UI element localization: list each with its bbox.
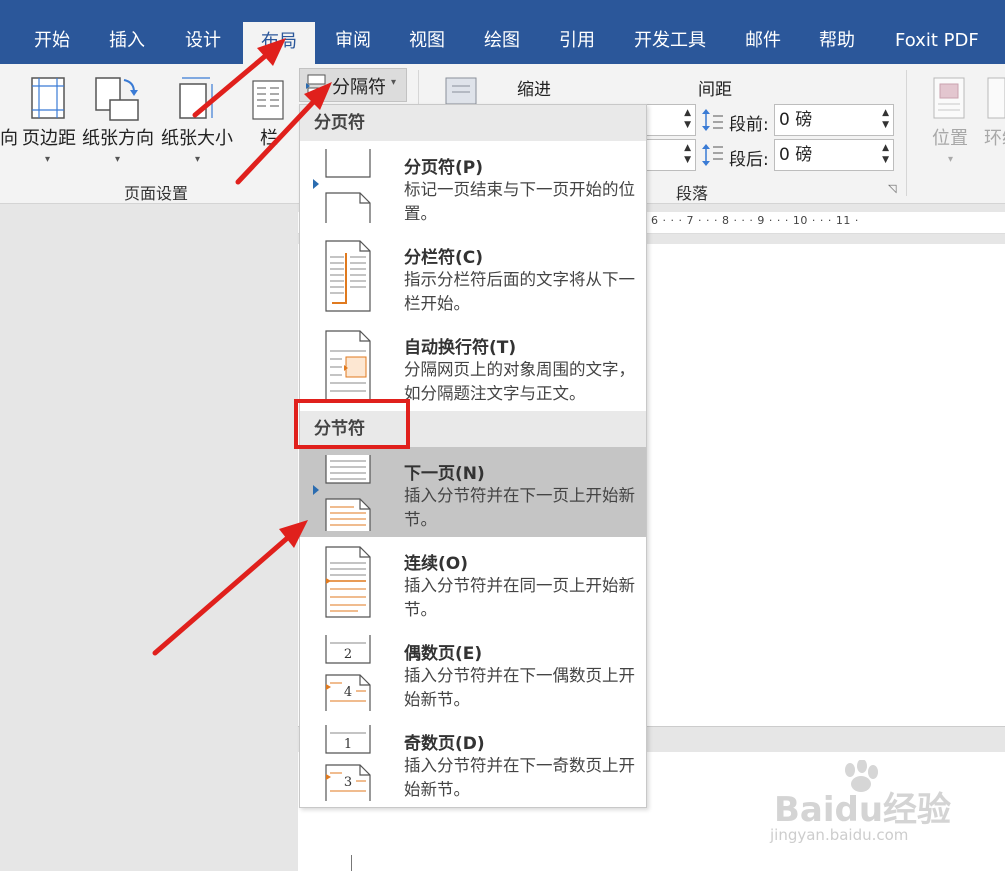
indent-left-stepper[interactable]: ▲ ▼ (646, 104, 696, 136)
annotation-highlight-box (294, 399, 410, 449)
tab-layout[interactable]: 布局 (243, 22, 315, 64)
paragraph-dialog-launcher-icon[interactable]: ◹ (888, 182, 896, 195)
watermark-text: Baidu经验 (774, 790, 952, 830)
tab-home[interactable]: 开始 (26, 18, 78, 64)
paragraph-group-label: 段落 (676, 184, 709, 203)
page-breaks-header: 分页符 (300, 105, 646, 141)
menu-item-continuous[interactable]: 连续(O) 插入分节符并在同一页上开始新节。 (300, 537, 646, 627)
menu-item-description: 插入分节符并在下一偶数页上开始新节。 (404, 666, 635, 709)
menu-item-description: 分隔网页上的对象周围的文字，如分隔题注文字与正文。 (404, 360, 635, 403)
chevron-down-icon: ▾ (45, 154, 51, 165)
breaks-dropdown-menu: 分页符 分页符(P) 标记一页结束与下一页开始的位置。 分栏符(C) 指示分栏符… (299, 104, 647, 808)
menu-item-title: 自动换行符(T) (404, 338, 517, 358)
even-page-icon: 2 4 (325, 635, 371, 711)
text-direction-button[interactable]: 向 (0, 124, 18, 150)
chevron-down-icon: ▾ (391, 77, 397, 88)
even-icon-number-top: 2 (344, 647, 352, 662)
menu-item-description: 插入分节符并在下一页上开始新节。 (404, 486, 635, 529)
spacing-after-value: 0 磅 (779, 145, 813, 165)
selection-pointer-icon (313, 179, 319, 189)
indent-right-stepper[interactable]: ▲ ▼ (646, 139, 696, 171)
tab-help[interactable]: 帮助 (811, 18, 863, 64)
tab-review[interactable]: 审阅 (327, 18, 379, 64)
ribbon-tab-bar: 开始 插入 设计 布局 审阅 视图 绘图 引用 开发工具 邮件 帮助 Foxit… (0, 18, 1005, 64)
margins-icon (31, 77, 65, 119)
group-divider (906, 70, 907, 196)
continuous-icon (325, 546, 371, 618)
tab-mailings[interactable]: 邮件 (737, 18, 789, 64)
menu-item-description: 插入分节符并在下一奇数页上开始新节。 (404, 756, 635, 799)
spacing-before-value: 0 磅 (779, 110, 813, 130)
spacing-after-label: 段后: (729, 150, 769, 170)
margins-button[interactable]: 页边距 (22, 124, 76, 150)
page-break-icon (325, 149, 371, 223)
column-break-icon (325, 240, 371, 312)
spacing-before-label: 段前: (729, 115, 769, 135)
orientation-icon (95, 77, 139, 121)
menu-item-title: 偶数页(E) (404, 644, 483, 664)
menu-item-title: 连续(O) (404, 554, 468, 574)
menu-item-title: 分栏符(C) (404, 248, 484, 268)
spacing-label: 间距 (698, 80, 732, 100)
spacing-after-field[interactable]: 0 磅 ▲ ▼ (774, 139, 894, 171)
menu-item-even-page[interactable]: 2 4 偶数页(E) 插入分节符并在下一偶数页上开始新节。 (300, 627, 646, 717)
menu-item-odd-page[interactable]: 1 3 奇数页(D) 插入分节符并在下一奇数页上开始新节。 (300, 717, 646, 807)
title-bar (0, 0, 1005, 18)
chevron-down-icon: ▾ (115, 154, 121, 165)
ruler-ticks: · 6 · · · 7 · · · 8 · · · 9 · · · 10 · ·… (643, 214, 859, 227)
breaks-button[interactable]: 分隔符 ▾ (299, 68, 407, 102)
menu-item-title: 下一页(N) (404, 464, 485, 484)
page-setup-group-label: 页面设置 (124, 184, 189, 203)
position-icon (933, 77, 965, 119)
spacing-before-field[interactable]: 0 磅 ▲ ▼ (774, 104, 894, 136)
tab-foxit-pdf[interactable]: Foxit PDF (887, 18, 987, 64)
menu-item-next-page[interactable]: 下一页(N) 插入分节符并在下一页上开始新节。 (300, 447, 646, 537)
document-background (0, 205, 298, 871)
paper-size-icon (179, 77, 213, 119)
odd-icon-number-top: 1 (344, 737, 352, 752)
tab-draw[interactable]: 绘图 (476, 18, 528, 64)
tab-design[interactable]: 设计 (177, 18, 229, 64)
tab-view[interactable]: 视图 (401, 18, 453, 64)
spacing-before-icon (702, 109, 723, 131)
selection-pointer-icon (313, 485, 319, 495)
text-margin-mark (351, 855, 352, 871)
menu-item-page-break[interactable]: 分页符(P) 标记一页结束与下一页开始的位置。 (300, 141, 646, 231)
menu-item-description: 标记一页结束与下一页开始的位置。 (404, 180, 635, 223)
wrap-text-icon (987, 77, 1005, 119)
paper-size-button[interactable]: 纸张大小 (161, 124, 233, 150)
text-wrapping-break-icon (325, 330, 371, 402)
menu-item-description: 插入分节符并在同一页上开始新节。 (404, 576, 635, 619)
tab-insert[interactable]: 插入 (101, 18, 153, 64)
odd-icon-number-bottom: 3 (344, 775, 352, 790)
wrap-text-button[interactable]: 环绕 (984, 124, 1005, 150)
chevron-down-icon: ▾ (195, 154, 201, 165)
odd-page-icon: 1 3 (325, 725, 371, 801)
menu-item-column-break[interactable]: 分栏符(C) 指示分栏符后面的文字将从下一栏开始。 (300, 231, 646, 321)
position-button[interactable]: 位置 (932, 124, 968, 150)
spacing-after-icon (702, 144, 723, 166)
tab-references[interactable]: 引用 (551, 18, 603, 64)
menu-item-text-wrapping-break[interactable]: 自动换行符(T) 分隔网页上的对象周围的文字，如分隔题注文字与正文。 (300, 321, 646, 411)
breaks-icon (306, 74, 326, 98)
columns-button[interactable]: 栏 (260, 124, 278, 150)
baidu-watermark-logo: Baidu经验 jingyan.baidu.com (770, 760, 990, 850)
orientation-button[interactable]: 纸张方向 (82, 124, 154, 150)
indent-label: 缩进 (517, 80, 551, 100)
tab-developer[interactable]: 开发工具 (626, 18, 714, 64)
line-numbers-icon (445, 77, 477, 105)
next-page-icon (325, 455, 371, 531)
breaks-label: 分隔符 (332, 77, 386, 98)
even-icon-number-bottom: 4 (344, 685, 352, 700)
menu-item-description: 指示分栏符后面的文字将从下一栏开始。 (404, 270, 635, 313)
columns-icon (252, 80, 284, 120)
watermark-url: jingyan.baidu.com (770, 826, 909, 844)
menu-item-title: 分页符(P) (404, 158, 483, 178)
menu-item-title: 奇数页(D) (404, 734, 485, 754)
chevron-down-icon: ▾ (948, 154, 954, 165)
